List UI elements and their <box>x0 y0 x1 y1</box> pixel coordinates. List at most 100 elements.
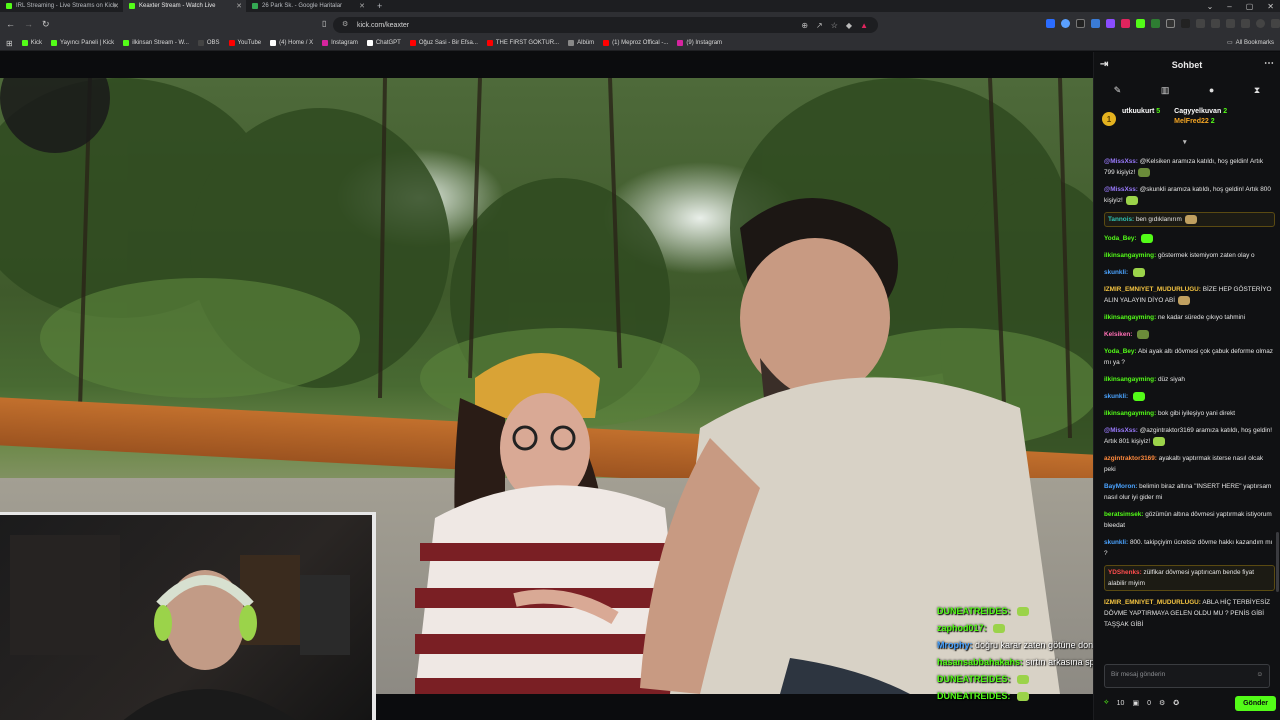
message-icon[interactable]: ● <box>1209 85 1214 95</box>
chat-more-icon[interactable]: ⋯ <box>1264 58 1274 69</box>
tab-groups-icon[interactable] <box>1226 19 1235 28</box>
browser-tab[interactable]: IRL Streaming - Live Streams on Kick ✕ <box>0 0 123 12</box>
extension-icon[interactable] <box>1121 19 1130 28</box>
bookmark-item[interactable]: Kick <box>21 40 43 46</box>
forward-icon[interactable]: → <box>24 19 33 29</box>
leaderboard-entry[interactable]: Cagyyelkuvan 2 <box>1174 108 1227 115</box>
chat-username[interactable]: @MissXss: <box>1104 186 1138 193</box>
chat-username[interactable]: @MissXss: <box>1104 158 1138 165</box>
download-icon[interactable] <box>1241 19 1250 28</box>
reload-icon[interactable]: ↻ <box>42 19 50 30</box>
gift-icon[interactable]: ▣ <box>1132 699 1139 707</box>
media-icon[interactable] <box>1196 19 1205 28</box>
bookmark-item[interactable]: THE FIRST GOKTUR... <box>486 40 560 46</box>
chat-username[interactable]: Kelsiken: <box>1104 331 1132 338</box>
collapse-chat-icon[interactable]: ⇥ <box>1100 59 1108 70</box>
browser-tab[interactable]: 26 Park Sk. - Google Haritalar ✕ <box>246 0 369 12</box>
bookmark-item[interactable]: (4) Home / X <box>270 40 313 46</box>
trash-icon[interactable]: ▥ <box>1161 85 1170 96</box>
minimize-button[interactable]: – <box>1227 2 1231 11</box>
emoji-icon[interactable]: ☺ <box>1256 671 1263 678</box>
bookmark-item[interactable]: Oğuz Sasi - Bir Efsa... <box>409 40 478 46</box>
chat-username[interactable]: ilkinsangayming: <box>1104 252 1156 259</box>
chat-username[interactable]: beratsimsek: <box>1104 511 1143 518</box>
share-icon[interactable]: ↗ <box>816 21 823 30</box>
send-button[interactable]: Gönder <box>1235 695 1276 711</box>
chat-username[interactable]: ilkinsangayming: <box>1104 410 1156 417</box>
zoom-icon[interactable]: ⊕ <box>801 21 808 30</box>
extension-icon[interactable] <box>1106 19 1115 28</box>
extension-icon[interactable] <box>1166 19 1175 28</box>
maximize-button[interactable]: ▢ <box>1246 2 1254 11</box>
bookmark-item[interactable]: ChatGPT <box>366 40 401 46</box>
close-tab-icon[interactable]: ✕ <box>359 2 365 10</box>
chat-username[interactable]: ilkinsangayming: <box>1104 314 1156 321</box>
extension-icon[interactable] <box>1046 19 1055 28</box>
chat-username[interactable]: YDShenks: <box>1108 569 1142 576</box>
bookmark-item[interactable]: Yayıncı Paneli | Kick <box>51 40 114 46</box>
chat-username[interactable]: IZMIR_EMNIYET_MUDURLUGU: <box>1104 286 1201 293</box>
bookmark-label: Kick <box>30 40 43 46</box>
shield-icon[interactable]: ◆ <box>846 21 852 30</box>
browser-tab[interactable]: Keaxter Stream - Watch Live ✕ <box>123 0 246 12</box>
bookmark-item[interactable]: OBS <box>197 40 220 46</box>
chat-username[interactable]: IZMIR_EMNIYET_MUDURLUGU: <box>1104 599 1201 606</box>
chat-username[interactable]: Yoda_Bey: <box>1104 348 1137 355</box>
apps-grid-icon[interactable]: ⊞ <box>6 39 13 48</box>
chat-messages: @MissXss: @Kelsiken aramıza katıldı, hoş… <box>1094 152 1280 690</box>
emote-icon[interactable]: ✪ <box>1173 699 1179 707</box>
address-bar[interactable]: ⚙ kick.com/keaxter ⊕ ↗ ☆ ◆ ▲ <box>333 17 878 33</box>
back-icon[interactable]: ← <box>6 19 15 29</box>
extension-icon[interactable] <box>1091 19 1100 28</box>
all-bookmarks-button[interactable]: ▭ All Bookmarks <box>1227 39 1274 47</box>
bookmark-item[interactable]: YouTube <box>228 40 261 46</box>
extension-alert-icon[interactable]: ▲ <box>860 21 868 30</box>
extension-icon[interactable] <box>1136 19 1145 28</box>
bookmark-item[interactable]: ilkinsan Stream - W... <box>123 40 189 46</box>
chat-username[interactable]: @MissXss: <box>1104 427 1138 434</box>
chat-username[interactable]: skunkli: <box>1104 393 1128 400</box>
bookmark-item[interactable]: Instagram <box>322 40 358 46</box>
close-window-button[interactable]: ✕ <box>1267 2 1274 11</box>
chat-message: Tannois: ben gıdıklanırım <box>1104 212 1275 227</box>
chat-username[interactable]: skunkli: <box>1104 539 1128 546</box>
chat-username[interactable]: ilkinsangayming: <box>1104 376 1156 383</box>
chat-username[interactable]: Yoda_Bey: <box>1104 235 1137 242</box>
chat-scrollbar[interactable] <box>1276 532 1279 592</box>
bookmark-favicon-icon <box>270 40 277 46</box>
settings-icon[interactable]: ⚙ <box>1159 699 1165 707</box>
leaderboard-count: 2 <box>1210 118 1215 125</box>
chat-message-input[interactable]: Bir mesaj gönderin ☺ <box>1104 664 1270 688</box>
star-icon[interactable]: ☆ <box>831 21 838 30</box>
tab-search-icon[interactable]: ⌄ <box>1207 2 1214 11</box>
leaderboard-entry[interactable]: utkuukurt 5 <box>1122 108 1160 115</box>
expand-chevron-icon[interactable]: ▾ <box>1183 138 1187 146</box>
extension-icon[interactable] <box>1151 19 1160 28</box>
chat-username[interactable]: azgintraktor3169: <box>1104 455 1157 462</box>
chat-username[interactable]: Tannois: <box>1108 216 1134 223</box>
bookmark-item[interactable]: Albüm <box>568 40 594 46</box>
close-tab-icon[interactable]: ✕ <box>236 2 242 10</box>
bookmark-label: THE FIRST GOKTUR... <box>495 40 560 46</box>
extension-icon[interactable] <box>1076 19 1085 28</box>
chat-username[interactable]: BayMoron: <box>1104 483 1137 490</box>
bookmark-favicon-icon <box>568 40 575 46</box>
bookmark-label: ilkinsan Stream - W... <box>132 40 189 46</box>
close-tab-icon[interactable]: ✕ <box>113 2 119 10</box>
chat-username[interactable]: skunkli: <box>1104 269 1128 276</box>
bookmark-item[interactable]: (9) Instagram <box>677 40 722 46</box>
emote-icon <box>1153 436 1166 446</box>
hourglass-icon[interactable]: ⧗ <box>1254 85 1260 96</box>
extension-icon[interactable] <box>1181 19 1190 28</box>
points-icon[interactable]: ⟡ <box>1104 699 1109 707</box>
bookmark-item[interactable]: (1) Meproz Offical -... <box>603 40 668 46</box>
sidebar-icon[interactable] <box>1211 19 1220 28</box>
bookmark-page-icon[interactable]: ▯ <box>322 19 326 28</box>
menu-icon[interactable] <box>1271 19 1280 28</box>
pin-icon[interactable]: ✎ <box>1114 85 1122 96</box>
leaderboard-entry[interactable]: MelFred22 2 <box>1174 118 1227 125</box>
extension-icon[interactable] <box>1061 19 1070 28</box>
profile-icon[interactable] <box>1256 19 1265 28</box>
site-info-icon[interactable]: ⚙ <box>342 20 348 28</box>
new-tab-button[interactable]: + <box>377 1 382 11</box>
